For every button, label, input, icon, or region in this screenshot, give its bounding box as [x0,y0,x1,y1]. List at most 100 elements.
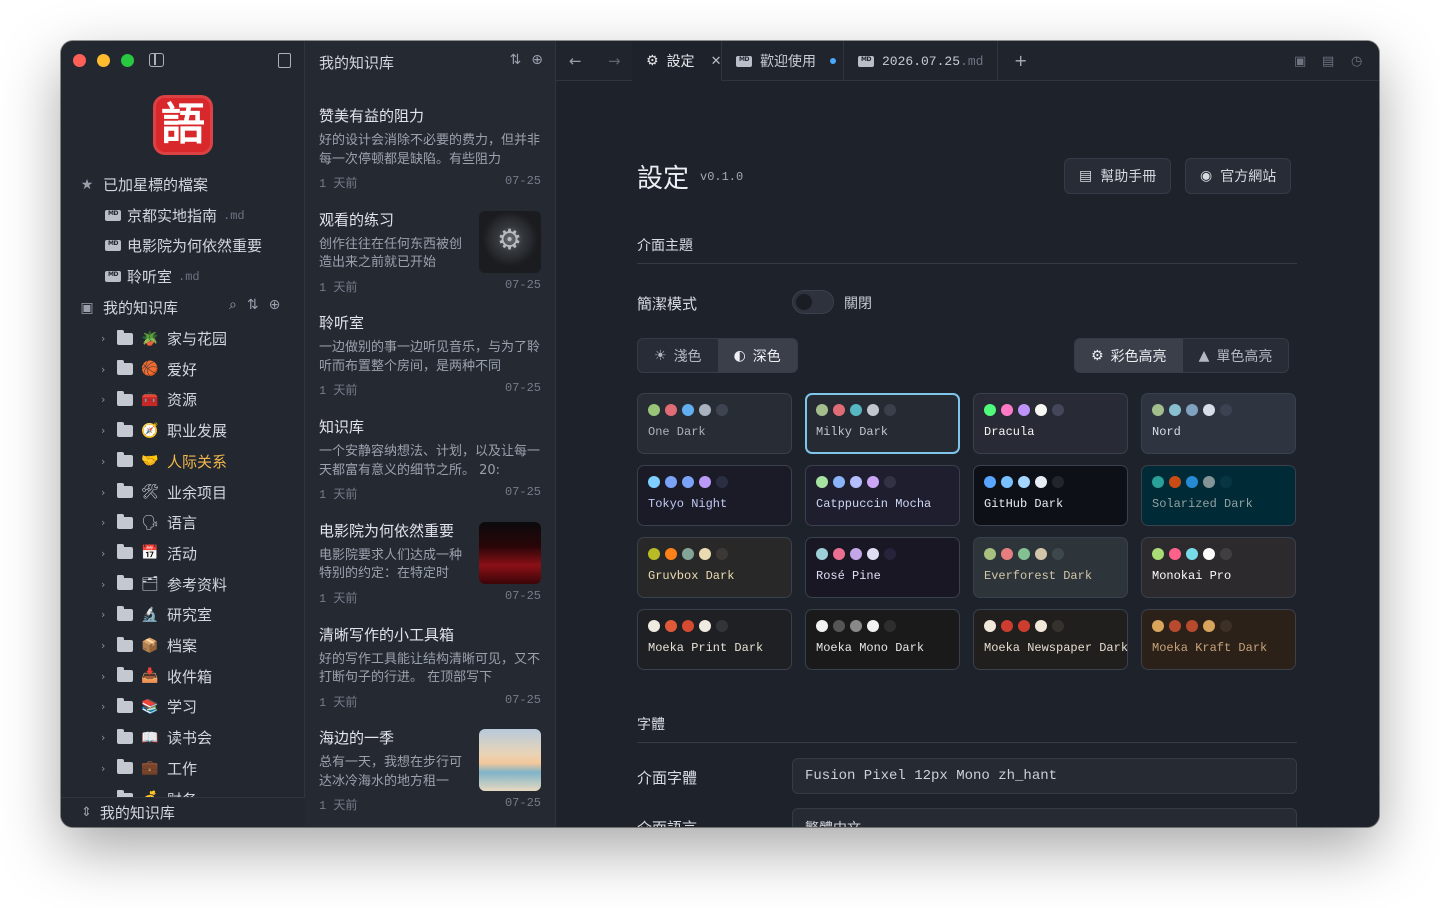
chevron-right-icon[interactable]: › [101,455,109,468]
folder-item[interactable]: › 📥 收件箱 [101,666,212,687]
folder-item[interactable]: › 🪴 家与花园 [101,328,227,349]
theme-card[interactable]: Catppuccin Mocha [805,465,960,526]
new-tab-icon[interactable]: + [1014,51,1027,70]
starred-item[interactable]: 聆听室 .md [105,266,200,287]
theme-card[interactable]: Gruvbox Dark [637,537,792,598]
back-arrow-icon[interactable]: ← [569,52,582,70]
starred-item[interactable]: 京都实地指南 .md [105,205,245,226]
chevron-right-icon[interactable]: › [101,486,109,499]
ui-language-select[interactable]: 繁體中文 [792,808,1297,827]
folder-item[interactable]: › 🛠 业余项目 [101,482,227,503]
official-website-button[interactable]: ◉ 官方網站 [1185,158,1292,194]
sidebar-toggle-icon[interactable] [149,53,164,67]
note-card[interactable]: 赞美有益的阻力 好的设计会消除不必要的费力，但并非每一次停顿都是缺陷。有些阻力 1 … [319,105,541,191]
add-note-icon[interactable]: ⊕ [531,52,543,68]
folder-item[interactable]: › 📦 档案 [101,635,197,656]
forward-arrow-icon[interactable]: → [608,52,621,70]
minimize-window-button[interactable] [97,54,110,67]
theme-name: Rosé Pine [816,569,881,583]
folder-item[interactable]: › 🏀 爱好 [101,359,197,380]
starred-item[interactable]: 电影院为何依然重要 [105,235,268,256]
folder-item[interactable]: › 🧭 职业发展 [101,420,227,441]
note-card[interactable]: 电影院为何依然重要 电影院要求人们达成一种特别的约定：在特定时 1 天前 07-25 [319,520,541,606]
note-excerpt: 总有一天，我想在步行可达冰冷海水的地方租一 [319,755,463,789]
theme-card[interactable]: Milky Dark [805,393,960,454]
folder-item[interactable]: › 📚 学习 [101,696,197,717]
note-meta: 1 天前 07-25 [319,693,541,710]
zoom-window-button[interactable] [121,54,134,67]
theme-card[interactable]: Moeka Print Dark [637,609,792,670]
note-date: 07-25 [504,381,541,396]
folder-item[interactable]: › 🤝 人际关系 [101,451,227,472]
mono-highlight-button[interactable]: ▲ 單色高亮 [1183,339,1289,372]
tab-welcome[interactable]: 歡迎使用 [722,41,844,81]
folder-item[interactable]: › 💼 工作 [101,758,197,779]
palette-icon: ⚙ [1091,347,1104,364]
theme-card[interactable]: Monokai Pro [1141,537,1296,598]
theme-card[interactable]: Dracula [973,393,1128,454]
starred-item-label: 京都实地指南 [127,207,218,225]
theme-card[interactable]: Moeka Kraft Dark [1141,609,1296,670]
search-icon[interactable]: ⌕ [229,297,237,313]
note-card[interactable]: 观看的练习 创作往往在任何东西被创造出来之前就已开始 1 天前 07-25 [319,209,541,295]
folder-item[interactable]: › 🗂 参考资料 [101,574,227,595]
ui-font-field[interactable]: Fusion Pixel 12px Mono zh_hant [792,758,1297,794]
note-card[interactable]: 海边的一季 总有一天，我想在步行可达冰冷海水的地方租一 1 天前 07-25 [319,727,541,813]
official-website-label: 官方網站 [1220,169,1277,185]
sort-icon[interactable]: ⇅ [247,297,259,313]
theme-card[interactable]: Moeka Mono Dark [805,609,960,670]
help-manual-button[interactable]: ▤ 幫助手冊 [1064,158,1172,194]
add-icon[interactable]: ⊕ [269,297,281,313]
chevron-right-icon[interactable]: › [101,639,109,652]
folder-item[interactable]: › 🔬 研究室 [101,604,212,625]
clock-icon[interactable]: ◷ [1351,54,1362,69]
theme-card[interactable]: Moeka Newspaper Dark [973,609,1128,670]
theme-card[interactable]: Tokyo Night [637,465,792,526]
note-card[interactable]: 聆听室 一边做别的事一边听见音乐，与为了聆听而布置整个房间，是两种不同 1 天前 07… [319,312,541,398]
clean-mode-toggle[interactable] [792,290,834,314]
chevron-right-icon[interactable]: › [101,424,109,437]
theme-swatches [816,548,949,560]
chevron-right-icon[interactable]: › [101,332,109,345]
dark-mode-button[interactable]: ◐ 深色 [717,339,797,372]
chevron-right-icon[interactable]: › [101,608,109,621]
theme-card[interactable]: Everforest Dark [973,537,1128,598]
vault-switcher[interactable]: ⇕ 我的知识库 [61,797,305,827]
theme-card[interactable]: Rosé Pine [805,537,960,598]
color-swatch [816,476,828,488]
color-highlight-button[interactable]: ⚙ 彩色高亮 [1075,339,1183,372]
chevron-right-icon[interactable]: › [101,731,109,744]
chevron-right-icon[interactable]: › [101,547,109,560]
folder-item[interactable]: › 📖 读书会 [101,727,212,748]
sort-icon[interactable]: ⇅ [510,52,522,68]
chevron-right-icon[interactable]: › [101,578,109,591]
chevron-right-icon[interactable]: › [101,363,109,376]
theme-swatches [984,476,1117,488]
theme-swatches [648,548,781,560]
new-note-icon[interactable] [278,53,291,68]
note-card[interactable]: 清晰写作的小工具箱 好的写作工具能让结构清晰可见，又不打断句子的行进。 在顶部写下… [319,624,541,710]
knowledge-base-heading[interactable]: ▣ 我的知识库 [79,297,178,318]
folder-item[interactable]: › 🧰 资源 [101,389,197,410]
tab-settings[interactable]: ⚙ 設定 ✕ [632,41,722,81]
folder-item[interactable]: › 🗣 语言 [101,512,197,533]
theme-card[interactable]: Solarized Dark [1141,465,1296,526]
terminal-icon[interactable]: ▣ [1294,54,1306,69]
chevron-right-icon[interactable]: › [101,670,109,683]
theme-card[interactable]: Nord [1141,393,1296,454]
chevron-right-icon[interactable]: › [101,516,109,529]
theme-card[interactable]: One Dark [637,393,792,454]
close-tab-icon[interactable]: ✕ [711,54,722,69]
starred-heading[interactable]: ★ 已加星標的檔案 [79,174,208,195]
light-mode-button[interactable]: ☀ 淺色 [638,339,718,372]
close-window-button[interactable] [73,54,86,67]
layout-icon[interactable]: ▤ [1322,54,1334,69]
chevron-right-icon[interactable]: › [101,700,109,713]
dark-mode-label: 深色 [752,348,781,365]
chevron-right-icon[interactable]: › [101,762,109,775]
theme-card[interactable]: GitHub Dark [973,465,1128,526]
folder-item[interactable]: › 📅 活动 [101,543,197,564]
tab-daily-note[interactable]: 2026.07.25.md [844,41,998,81]
note-card[interactable]: 知识库 一个安静容纳想法、计划，以及让每一天都富有意义的细节之所。 20: 1 天前… [319,416,541,502]
chevron-right-icon[interactable]: › [101,393,109,406]
